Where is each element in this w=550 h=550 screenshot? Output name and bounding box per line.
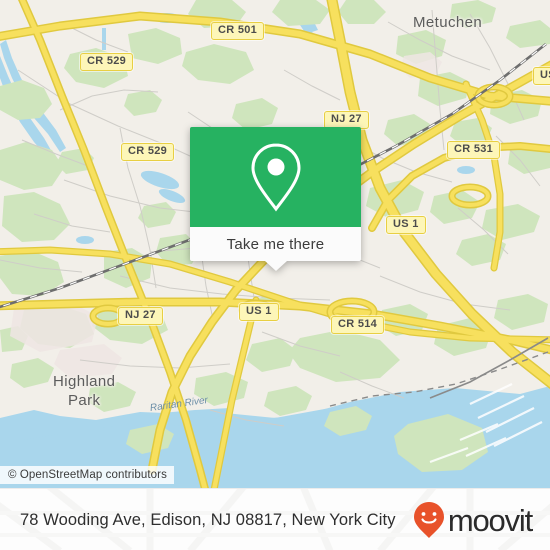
take-me-there-label: Take me there — [226, 235, 325, 253]
map-screenshot: Metuchen Highland Park Raritan River CR … — [0, 0, 550, 550]
road-shield-cr-531: CR 531 — [447, 141, 501, 159]
moovit-wordmark: moovit — [447, 502, 533, 538]
road-shield-cr-501: CR 501 — [211, 22, 265, 40]
road-shield-cr-529-west: CR 529 — [121, 143, 175, 161]
location-popup[interactable]: Take me there — [190, 127, 361, 271]
road-shield-us-1-south: US 1 — [239, 303, 279, 321]
map-pin-icon — [250, 143, 301, 212]
popup-tail — [264, 261, 287, 271]
road-shield-us-1-edge: US 1 — [533, 67, 550, 85]
road-shield-nj-27-south: NJ 27 — [118, 307, 163, 325]
footer-bar: 78 Wooding Ave, Edison, NJ 08817, New Yo… — [0, 488, 550, 550]
popup-marker-area — [190, 127, 361, 227]
road-shield-cr-529-north: CR 529 — [80, 53, 134, 71]
take-me-there-button[interactable]: Take me there — [190, 227, 361, 261]
map-canvas[interactable]: Metuchen Highland Park Raritan River CR … — [0, 0, 550, 488]
road-shield-cr-514: CR 514 — [331, 316, 385, 334]
address-text: 78 Wooding Ave, Edison, NJ 08817, New Yo… — [20, 510, 396, 529]
moovit-logo[interactable]: moovit — [413, 501, 533, 539]
osm-attribution[interactable]: © OpenStreetMap contributors — [0, 466, 174, 484]
moovit-pin-smile-icon — [413, 502, 444, 538]
road-shield-us-1-east: US 1 — [386, 216, 426, 234]
